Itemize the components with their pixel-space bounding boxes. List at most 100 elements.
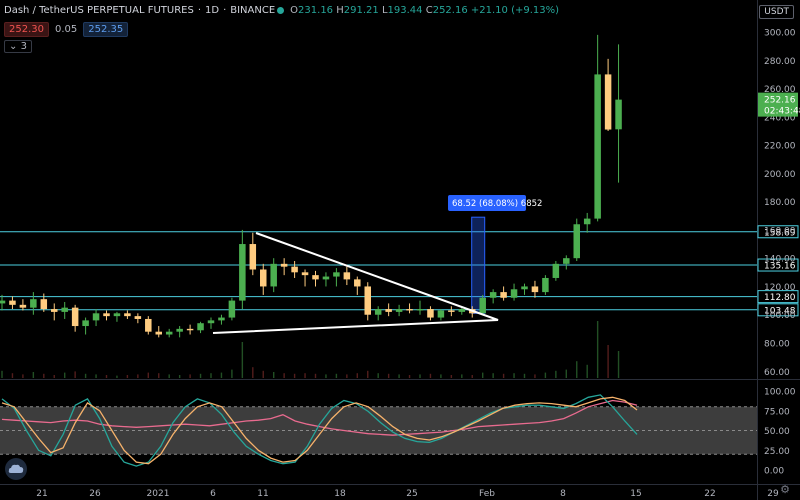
price-tick-label: 120.00 (764, 283, 796, 293)
level-price-label: 112.80 (764, 293, 796, 303)
volume-bar (356, 373, 358, 378)
buy-button[interactable]: 252.35 (83, 22, 129, 37)
tradingview-logo-icon[interactable] (5, 458, 27, 480)
volume-bar (471, 375, 473, 378)
volume-bar (105, 375, 108, 378)
candle-body (510, 289, 518, 298)
volume-bar (147, 372, 149, 378)
volume-bar (482, 372, 484, 378)
candle-body (249, 244, 257, 270)
candle-body (145, 318, 152, 332)
candle-body (260, 269, 267, 287)
candle-body (239, 244, 246, 301)
candle-body (207, 320, 215, 324)
volume-bar (231, 369, 233, 378)
market-status-dot (277, 7, 285, 14)
time-tick-label: 11 (257, 489, 268, 499)
candle-body (385, 309, 392, 312)
volume-bar (252, 367, 254, 378)
volume-bar (544, 372, 547, 378)
volume-bar (126, 375, 129, 378)
time-tick-label: 15 (630, 489, 641, 499)
oscillator-tick-label: 25.00 (764, 447, 790, 457)
volume-bar (283, 373, 285, 378)
volume-bar (158, 373, 160, 378)
candle-body (113, 313, 121, 317)
close-value: 252.16 (432, 5, 468, 16)
candle-body (312, 275, 319, 280)
exchange-label: BINANCE (230, 5, 276, 16)
candle-body (186, 328, 194, 331)
candle-body (583, 218, 591, 225)
candle-body (406, 309, 413, 311)
indicators-toggle-button[interactable]: ⌄ 3 (4, 40, 32, 53)
volume-bar (210, 373, 212, 378)
candle-body (489, 292, 497, 298)
candle-body (103, 313, 110, 317)
currency-button[interactable]: USDT (759, 5, 794, 19)
volume-bar (314, 373, 317, 378)
time-tick-label: 8 (560, 489, 566, 499)
volume-bar (220, 372, 223, 378)
volume-bar (408, 375, 411, 378)
candle-body (594, 74, 601, 219)
candle-body (134, 316, 142, 319)
candle-body (322, 276, 330, 280)
volume-bar (513, 373, 515, 378)
candle-body (343, 272, 351, 280)
low-value: 193.44 (387, 5, 423, 16)
volume-bar (367, 370, 369, 378)
volume-bar (387, 373, 390, 378)
high-value: 291.21 (343, 5, 379, 16)
candle-body (437, 310, 445, 318)
candle-body (427, 309, 434, 318)
symbol-name[interactable]: Dash / TetherUS PERPETUAL FUTURES (4, 5, 194, 16)
candle-body (479, 297, 486, 314)
open-label: O (290, 5, 299, 16)
candle-body (176, 328, 183, 332)
volume-bar (325, 374, 327, 378)
volume-bar (523, 373, 526, 378)
volume-bar (461, 374, 463, 378)
candle-body (615, 99, 622, 130)
chart-canvas[interactable]: 158.69135.16112.80103.48 68.52 (68.08%) … (0, 0, 800, 500)
oscillator-tick-label: 100.00 (764, 388, 796, 398)
candle-body (542, 277, 549, 293)
interval-label[interactable]: 1D (205, 5, 219, 16)
volume-bar (555, 370, 557, 378)
candle-body (197, 323, 204, 331)
time-tick-label: 26 (89, 489, 101, 499)
change-value: +21.10 (+9.13%) (470, 5, 560, 16)
volume-bar (398, 374, 400, 378)
candles (0, 34, 622, 338)
spread-value: 0.05 (55, 24, 78, 35)
candle-body (604, 74, 612, 130)
volume-bar (11, 373, 14, 378)
oscillator-pane[interactable] (0, 394, 757, 467)
candle-body (71, 307, 79, 327)
candle-body (280, 263, 288, 267)
time-tick-label: 6 (210, 489, 216, 499)
candle-body (92, 313, 100, 321)
volume-bar (137, 374, 139, 378)
price-tick-label: 300.00 (764, 29, 796, 39)
candle-body (448, 310, 455, 312)
volume-bar (189, 374, 191, 378)
horizontal-levels[interactable]: 158.69135.16112.80103.48 (0, 225, 799, 317)
high-label: H (336, 5, 344, 16)
gear-icon[interactable]: ⚙ (780, 483, 790, 496)
volume-bar (419, 374, 421, 378)
trade-row: 252.30 0.05 252.35 (4, 22, 129, 37)
candle-body (51, 309, 58, 312)
volume-bar (304, 373, 306, 378)
candle-body (228, 300, 236, 318)
price-tick-label: 100.00 (764, 311, 796, 321)
candle-body (500, 292, 507, 298)
open-value: 231.16 (298, 5, 334, 16)
volume-bar (32, 372, 35, 378)
volume-bar (377, 373, 379, 378)
sell-button[interactable]: 252.30 (4, 22, 49, 37)
volume-bar (168, 374, 170, 378)
volume-bar (440, 374, 442, 378)
candle-body (552, 263, 560, 278)
